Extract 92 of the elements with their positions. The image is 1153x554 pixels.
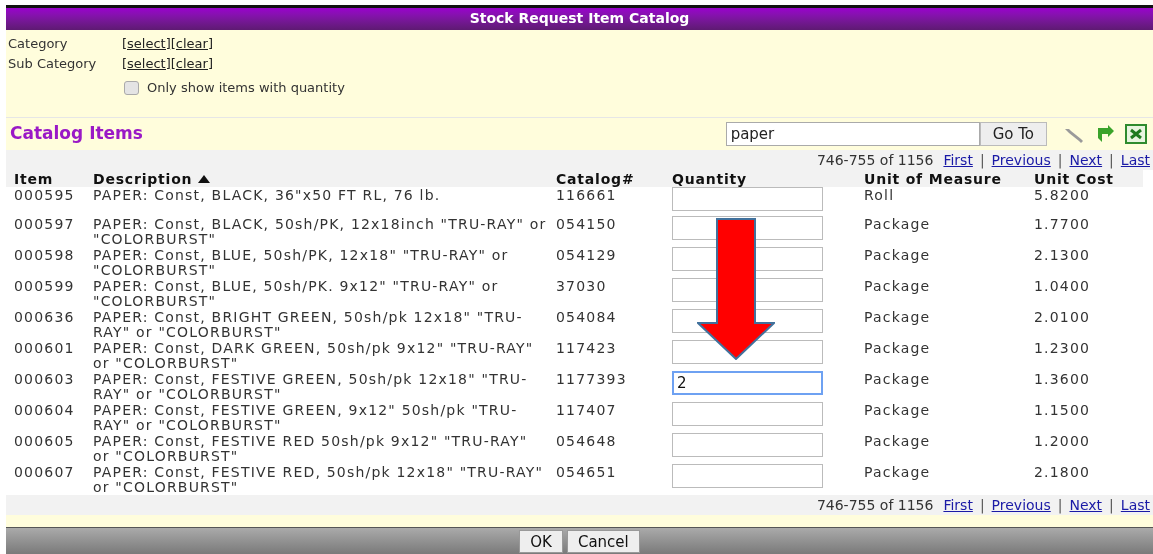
table-cell-text: 000599 — [13, 278, 76, 296]
separator: | — [1109, 495, 1114, 516]
table-cell-text: 1.1500 — [1033, 402, 1092, 420]
table-cell-text: PAPER: Const, FESTIVE RED, 50sh/pk 12x18" "TRU-RAY" or "COLORBURST" — [92, 464, 545, 495]
table-cell-text: 000607 — [13, 464, 76, 482]
title-bar: Stock Request Item Catalog — [6, 4, 1153, 30]
pager-link[interactable]: Last — [1120, 149, 1150, 171]
go-to-button[interactable]: Go To — [979, 122, 1047, 147]
quantity-field[interactable]: 2 — [672, 371, 823, 395]
table-cell-text: PAPER: Const, DARK GREEN, 50sh/pk 9x12" "TRU-RAY" or "COLORBURST" — [92, 340, 535, 371]
filter-link[interactable]: [select] — [122, 54, 171, 74]
pager-link[interactable]: Next — [1069, 149, 1103, 171]
table-cell-text: 37030 — [555, 278, 608, 296]
table-cell-text: 000636 — [13, 309, 76, 327]
table-cell-text: 117407 — [555, 402, 618, 420]
search-field[interactable]: paper — [725, 122, 980, 147]
column-header[interactable]: Quantity — [664, 170, 856, 187]
table-cell-text: 117423 — [555, 340, 618, 358]
quantity-field[interactable] — [672, 187, 823, 211]
table-cell-text: 1.0400 — [1033, 278, 1092, 296]
table-cell-text: Package — [863, 402, 932, 420]
table-cell-text: 2.0100 — [1033, 309, 1092, 327]
section-heading: Catalog Items — [10, 122, 143, 146]
checkbox-label: Only show items with quantity — [147, 78, 345, 97]
table-cell-text: 1.3600 — [1033, 371, 1092, 389]
table-cell-text: 000601 — [13, 340, 76, 358]
table-cell-text: 1177393 — [555, 371, 628, 389]
pager-link[interactable]: Next — [1069, 494, 1103, 516]
table-cell-text: Package — [863, 340, 932, 358]
table-cell-text: Package — [863, 216, 932, 234]
page-range: 746-755 of 1156 — [816, 150, 934, 170]
table-cell-text: 2.1800 — [1033, 464, 1092, 482]
table-cell-text: Package — [863, 433, 932, 451]
separator: | — [979, 150, 985, 171]
pager-link[interactable]: First — [943, 149, 973, 171]
table-cell-text: PAPER: Const, FESTIVE GREEN, 50sh/pk 12x18" "TRU-RAY" or "COLORBURST" — [92, 371, 529, 402]
separator: | — [1057, 495, 1063, 516]
quantity-field[interactable] — [672, 402, 823, 426]
pager-link[interactable]: Previous — [991, 494, 1051, 516]
table-cell: 000595 — [6, 187, 85, 216]
filter-link[interactable]: [select] — [122, 34, 171, 54]
table-cell-text: 054150 — [555, 216, 618, 234]
table-cell-text: 1.2300 — [1033, 340, 1092, 358]
column-header[interactable]: Item — [6, 170, 85, 187]
table-cell-text: PAPER: Const, FESTIVE RED 50sh/pk 9x12" "TRU-RAY" or "COLORBURST" — [92, 433, 529, 464]
table-cell-text: 054084 — [555, 309, 618, 327]
table-cell-text: 000604 — [13, 402, 76, 420]
table-cell-text: 054651 — [555, 464, 618, 482]
spreadsheet-icon[interactable] — [1125, 124, 1147, 145]
table-cell: PAPER: Const, BLACK, 36"x50 FT RL, 76 lb. — [85, 187, 548, 216]
table-cell: 5.8200 — [1026, 187, 1143, 216]
column-header[interactable]: Unit of Measure — [856, 170, 1026, 187]
dialog-button[interactable]: OK — [519, 529, 563, 553]
table-cell-text: PAPER: Const, BLUE, 50sh/PK, 12x18" "TRU-RAY" or "COLORBURST" — [92, 247, 510, 278]
quantity-field[interactable] — [672, 433, 823, 457]
table-cell-text: 000603 — [13, 371, 76, 389]
table-cell-text: 000597 — [13, 216, 76, 234]
table-cell-text: 054648 — [555, 433, 618, 451]
filter-link[interactable]: [clear] — [170, 54, 213, 74]
checkbox[interactable] — [124, 80, 139, 95]
filter-link[interactable]: [clear] — [170, 34, 213, 54]
pager-link[interactable]: Last — [1120, 494, 1150, 516]
table-cell-text: 000598 — [13, 247, 76, 265]
table-cell-text: Package — [863, 278, 932, 296]
pager-link[interactable]: First — [943, 494, 973, 516]
column-header[interactable]: Catalog# — [548, 170, 664, 187]
table-cell-text: PAPER: Const, BLACK, 50sh/PK, 12x18inch "TRU-RAY" or "COLORBURST" — [92, 216, 548, 247]
table-cell-text: 1.7700 — [1033, 216, 1092, 234]
filter-label: Category — [8, 35, 69, 54]
column-header[interactable]: Unit Cost — [1026, 170, 1143, 187]
dialog-button[interactable]: Cancel — [566, 529, 640, 553]
separator: | — [1057, 150, 1063, 171]
table-cell-text: 2.1300 — [1033, 247, 1092, 265]
page-range: 746-755 of 1156 — [816, 495, 934, 515]
separator: | — [979, 495, 985, 516]
table-cell-text: PAPER: Const, BLUE, 50sh/PK. 9x12" "TRU-RAY" or "COLORBURST" — [92, 278, 500, 309]
quantity-field[interactable] — [672, 464, 823, 488]
filter-label: Sub Category — [8, 55, 98, 74]
table-cell-text: PAPER: Const, FESTIVE GREEN, 9x12" 50sh/pk "TRU-RAY" or "COLORBURST" — [92, 402, 519, 433]
table-cell-text: 000605 — [13, 433, 76, 451]
table-cell-text: PAPER: Const, BRIGHT GREEN, 50sh/pk 12x18" "TRU-RAY" or "COLORBURST" — [92, 309, 524, 340]
column-header[interactable]: Description — [85, 170, 548, 187]
table-cell-text: Package — [863, 309, 932, 327]
table-cell-text: Package — [863, 371, 932, 389]
table-cell: 116661 — [548, 187, 664, 216]
separator: | — [1109, 150, 1114, 171]
table-cell: Roll — [856, 187, 1026, 216]
pager-link[interactable]: Previous — [991, 149, 1051, 171]
table-cell-text: Package — [863, 247, 932, 265]
table-cell-text: 1.2000 — [1033, 433, 1092, 451]
table-cell-text: 054129 — [555, 247, 618, 265]
table-cell-text: Package — [863, 464, 932, 482]
